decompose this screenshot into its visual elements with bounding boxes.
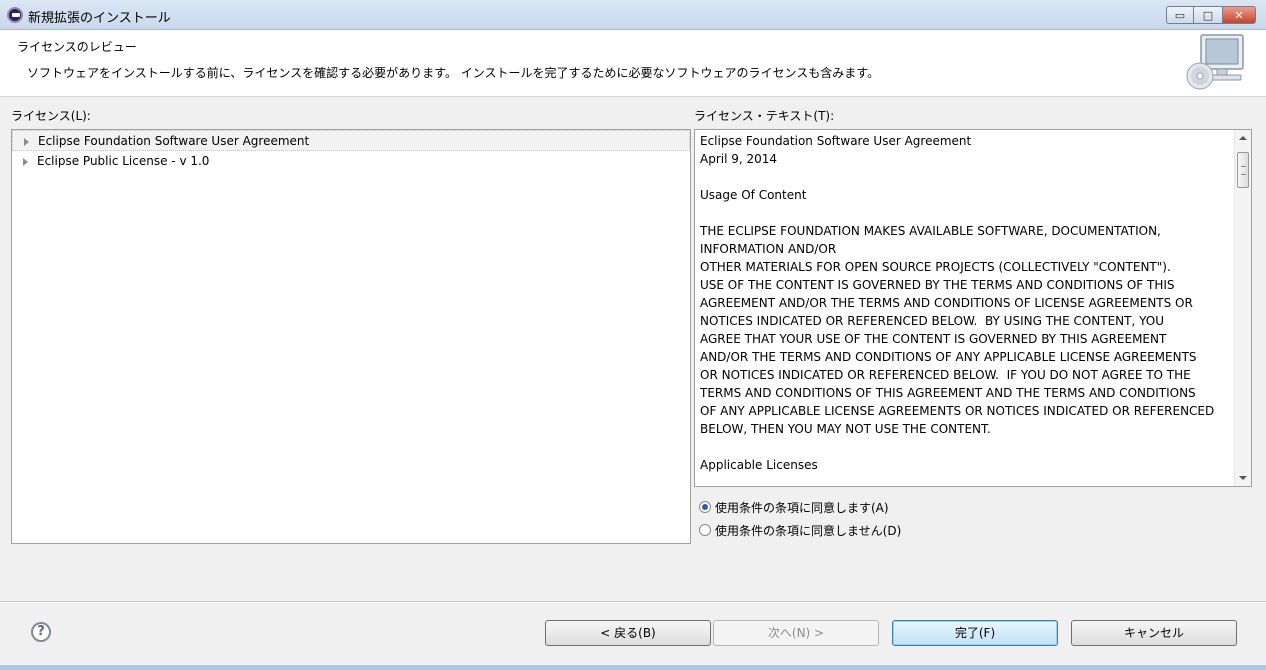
scroll-down-icon[interactable]: [1239, 476, 1247, 480]
expand-icon[interactable]: [23, 158, 28, 166]
finish-button[interactable]: 完了(F): [892, 620, 1058, 646]
window-controls: ▭ □ ✕: [1166, 6, 1256, 24]
accept-label: 使用条件の条項に同意します(A): [715, 500, 889, 515]
maximize-icon: □: [1202, 8, 1214, 22]
window-title: 新規拡張のインストール: [28, 11, 171, 26]
license-text-content: Eclipse Foundation Software User Agreeme…: [700, 134, 1215, 472]
license-item-label: Eclipse Foundation Software User Agreeme…: [38, 134, 310, 148]
scroll-thumb[interactable]: [1237, 152, 1249, 188]
decline-radio-option[interactable]: 使用条件の条項に同意しません(D): [699, 522, 901, 538]
minimize-button[interactable]: ▭: [1166, 6, 1194, 24]
license-item-label: Eclipse Public License - v 1.0: [37, 154, 210, 168]
banner-title: ライセンスのレビュー: [17, 40, 137, 54]
license-item-eclipse-foundation[interactable]: Eclipse Foundation Software User Agreeme…: [12, 130, 690, 151]
wizard-banner: ライセンスのレビュー ソフトウェアをインストールする前に、ライセンスを確認する必…: [0, 30, 1266, 97]
computer-cd-icon: [1186, 34, 1244, 90]
close-icon: ✕: [1234, 8, 1244, 22]
close-button[interactable]: ✕: [1222, 6, 1256, 24]
decline-label: 使用条件の条項に同意しません(D): [715, 523, 902, 538]
help-icon[interactable]: ?: [31, 622, 51, 642]
licenses-label: ライセンス(L):: [11, 109, 91, 123]
accept-radio[interactable]: [699, 501, 711, 513]
back-button[interactable]: < 戻る(B): [545, 620, 711, 646]
accept-radio-option[interactable]: 使用条件の条項に同意します(A): [699, 499, 889, 515]
install-wizard-window: 新規拡張のインストール ▭ □ ✕ ライセンスのレビュー ソフトウェアをインスト…: [0, 0, 1266, 670]
expand-icon[interactable]: [24, 138, 29, 146]
license-text-area[interactable]: Eclipse Foundation Software User Agreeme…: [694, 129, 1252, 487]
window-bottom-border: [0, 665, 1266, 670]
maximize-button[interactable]: □: [1194, 6, 1222, 24]
license-text-label: ライセンス・テキスト(T):: [694, 109, 835, 123]
license-list[interactable]: Eclipse Foundation Software User Agreeme…: [11, 129, 691, 544]
footer-separator: [0, 601, 1266, 603]
next-button[interactable]: 次へ(N) >: [713, 620, 879, 646]
license-text-scrollbar[interactable]: [1234, 130, 1251, 486]
minimize-icon: ▭: [1174, 8, 1186, 22]
eclipse-app-icon: [7, 7, 23, 23]
decline-radio[interactable]: [699, 524, 711, 536]
title-bar[interactable]: 新規拡張のインストール ▭ □ ✕: [0, 0, 1266, 30]
scroll-up-icon[interactable]: [1239, 136, 1247, 140]
license-item-epl[interactable]: Eclipse Public License - v 1.0: [12, 151, 690, 172]
banner-description: ソフトウェアをインストールする前に、ライセンスを確認する必要があります。 インス…: [27, 66, 880, 80]
cancel-button[interactable]: キャンセル: [1071, 620, 1237, 646]
